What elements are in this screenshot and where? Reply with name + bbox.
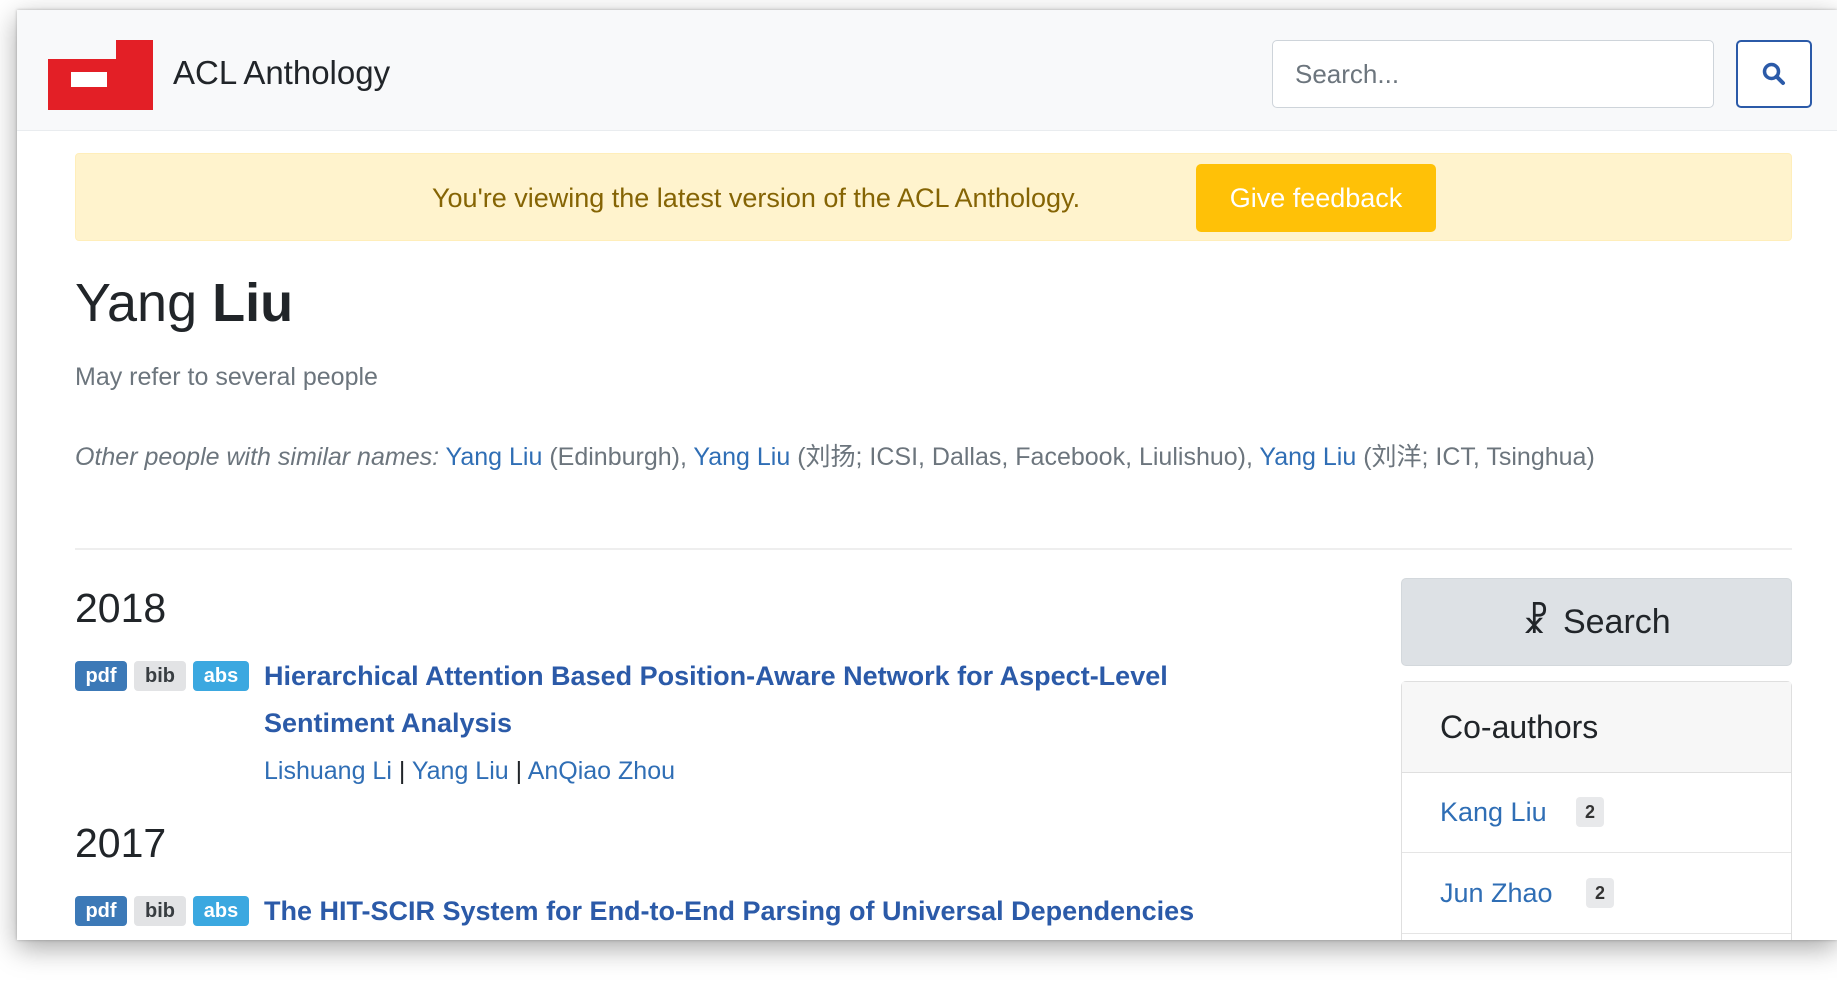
search-person-button[interactable]: ☧ Search [1401, 578, 1792, 666]
similar-name-link[interactable]: Yang Liu [693, 443, 790, 471]
similar-names-label: Other people with similar names: [75, 443, 440, 471]
coauthor-count-badge: 2 [1586, 878, 1614, 908]
author-link[interactable]: Lishuang Li [264, 757, 392, 785]
version-alert: You're viewing the latest version of the… [75, 153, 1792, 241]
abs-badge[interactable]: abs [193, 661, 249, 691]
author-link[interactable]: AnQiao Zhou [528, 757, 675, 785]
coauthor-count-badge: 2 [1576, 797, 1604, 827]
coauthors-header: Co-authors [1402, 682, 1791, 773]
pdf-badge[interactable]: pdf [75, 661, 127, 691]
search-icon [1762, 62, 1785, 85]
coauthor-item: Kang Liu 2 [1402, 772, 1791, 853]
similar-names: Other people with similar names: Yang Li… [75, 435, 1765, 479]
acl-logo[interactable] [48, 40, 153, 110]
page-title: Yang Liu [75, 272, 293, 334]
coauthor-item: Jun Zhao 2 [1402, 853, 1791, 934]
last-name: Liu [212, 273, 294, 333]
paper-authors: Lishuang Li | Yang Liu | AnQiao Zhou [264, 757, 675, 786]
similar-name-link[interactable]: Yang Liu [1259, 443, 1356, 471]
author-separator: | [391, 757, 412, 785]
ambiguity-note: May refer to several people [75, 363, 378, 391]
coauthors-title: Co-authors [1440, 709, 1599, 745]
bib-badge[interactable]: bib [134, 896, 186, 926]
similar-name-detail: (刘扬; ICSI, Dallas, Facebook, Liulishuo), [790, 443, 1260, 471]
similar-name-detail: (Edinburgh), [542, 443, 694, 471]
search-person-icon: ☧ [1522, 603, 1549, 641]
coauthor-link[interactable]: Jun Zhao [1440, 878, 1553, 909]
paper-title-link[interactable]: Hierarchical Attention Based Position-Aw… [264, 653, 1168, 747]
browser-page: ACL Anthology You're viewing the latest … [17, 10, 1837, 940]
pdf-badge[interactable]: pdf [75, 896, 127, 926]
paper-title-line: Hierarchical Attention Based Position-Aw… [264, 661, 1168, 691]
search-person-label: Search [1562, 602, 1671, 641]
author-separator: | [508, 757, 528, 785]
search-input[interactable] [1272, 40, 1714, 108]
coauthor-link[interactable]: Kang Liu [1440, 797, 1547, 828]
author-link[interactable]: Yang Liu [412, 757, 509, 785]
search-button[interactable] [1736, 40, 1812, 108]
abs-badge[interactable]: abs [193, 896, 249, 926]
coauthors-card: Co-authors Kang Liu 2 Jun Zhao 2 [1401, 681, 1792, 940]
paper-title-link[interactable]: The HIT-SCIR System for End-to-End Parsi… [264, 888, 1194, 935]
divider [75, 548, 1792, 550]
first-name: Yang [75, 273, 198, 333]
year-heading: 2017 [75, 820, 167, 866]
give-feedback-button[interactable]: Give feedback [1196, 164, 1436, 232]
brand-title[interactable]: ACL Anthology [173, 54, 390, 92]
paper-title-line: Sentiment Analysis [264, 708, 513, 738]
similar-name-detail: (刘洋; ICT, Tsinghua) [1356, 443, 1595, 471]
year-heading: 2018 [75, 585, 167, 631]
similar-name-link[interactable]: Yang Liu [446, 443, 543, 471]
alert-message: You're viewing the latest version of the… [432, 183, 1081, 213]
navbar: ACL Anthology [17, 10, 1837, 131]
bib-badge[interactable]: bib [134, 661, 186, 691]
